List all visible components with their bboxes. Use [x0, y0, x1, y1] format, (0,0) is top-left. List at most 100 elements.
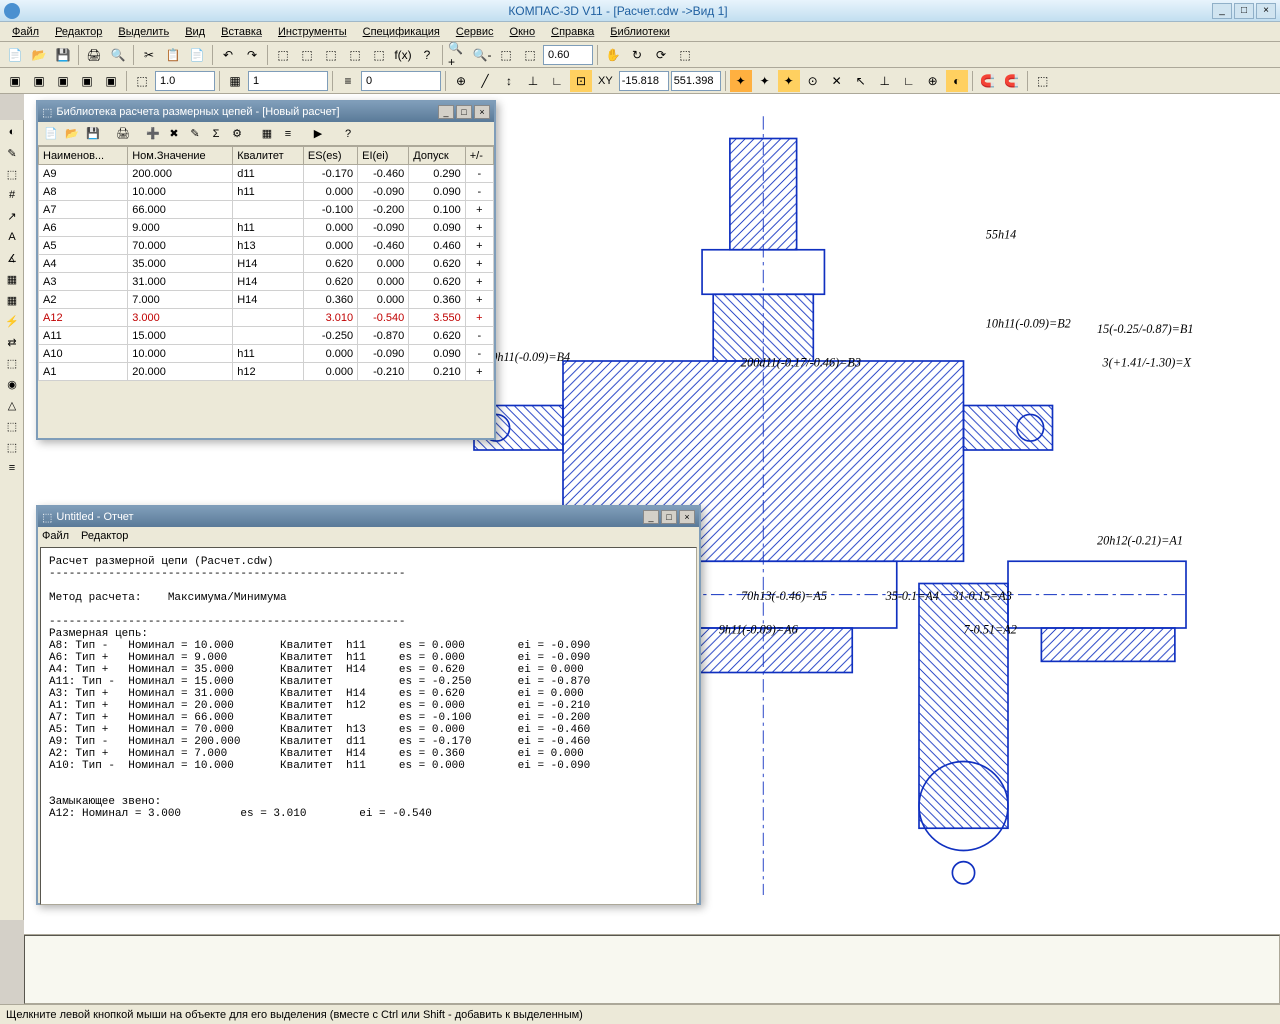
snap3-icon[interactable]: ↕	[498, 70, 520, 92]
vtool-9[interactable]: ▦	[2, 290, 22, 310]
table-row[interactable]: A570.000h130.000-0.4600.460+	[39, 237, 494, 255]
table-header[interactable]: Наименов...	[39, 147, 128, 165]
report-max-button[interactable]: □	[661, 510, 677, 524]
vtool-15[interactable]: ⬚	[2, 416, 22, 436]
tool-icon[interactable]: ⬚	[272, 44, 294, 66]
save-icon[interactable]: 💾	[52, 44, 74, 66]
menu-file[interactable]: Файл	[4, 24, 47, 40]
pt-new-icon[interactable]: 📄	[42, 125, 60, 143]
layer-icon[interactable]: ⬚	[131, 70, 153, 92]
pt-list-icon[interactable]: ≡	[279, 125, 297, 143]
snap2-icon[interactable]: ╱	[474, 70, 496, 92]
table-row[interactable]: A766.000-0.100-0.2000.100+	[39, 201, 494, 219]
zoom-combo[interactable]: 0.60	[543, 45, 593, 65]
fx-icon[interactable]: f(x)	[392, 44, 414, 66]
magnet-off-icon[interactable]: 🧲	[1001, 70, 1023, 92]
vtool-1[interactable]: ◐	[2, 122, 22, 142]
vtool-5[interactable]: ↗	[2, 206, 22, 226]
pt-help-icon[interactable]: ?	[339, 125, 357, 143]
print-icon[interactable]: 🖨	[83, 44, 105, 66]
pt-run-icon[interactable]: ▶	[309, 125, 327, 143]
panel-titlebar[interactable]: ⬚ Библиотека расчета размерных цепей - […	[38, 102, 494, 122]
zoom-in-icon[interactable]: 🔍+	[447, 44, 469, 66]
menu-window[interactable]: Окно	[502, 24, 544, 40]
snap5-icon[interactable]: ∟	[546, 70, 568, 92]
pt-obj-icon[interactable]: ▦	[258, 125, 276, 143]
redo-icon[interactable]: ↷	[241, 44, 263, 66]
pt-edit-icon[interactable]: ✎	[186, 125, 204, 143]
menu-libraries[interactable]: Библиотеки	[602, 24, 678, 40]
vtool-16[interactable]: ⬚	[2, 437, 22, 457]
snap-d-icon[interactable]: ⊙	[802, 70, 824, 92]
report-close-button[interactable]: ×	[679, 510, 695, 524]
minimize-button[interactable]: _	[1212, 3, 1232, 19]
menu-view[interactable]: Вид	[177, 24, 213, 40]
pan-icon[interactable]: ✋	[602, 44, 624, 66]
doc5-icon[interactable]: ▣	[100, 70, 122, 92]
snap-c-icon[interactable]: ✦	[778, 70, 800, 92]
menu-service[interactable]: Сервис	[448, 24, 502, 40]
doc2-icon[interactable]: ▣	[28, 70, 50, 92]
table-header[interactable]: Квалитет	[233, 147, 304, 165]
undo-icon[interactable]: ↶	[217, 44, 239, 66]
menu-spec[interactable]: Спецификация	[355, 24, 448, 40]
coord-x-input[interactable]	[619, 71, 669, 91]
vtool-6[interactable]: A	[2, 227, 22, 247]
report-menu-file[interactable]: Файл	[42, 530, 69, 542]
pt-opt-icon[interactable]: ⚙	[228, 125, 246, 143]
table-header[interactable]: ES(es)	[303, 147, 357, 165]
table-row[interactable]: A69.000h110.000-0.0900.090+	[39, 219, 494, 237]
snap-g-icon[interactable]: ⊥	[874, 70, 896, 92]
snap1-icon[interactable]: ⊕	[450, 70, 472, 92]
table-row[interactable]: A9200.000d11-0.170-0.4600.290-	[39, 165, 494, 183]
vtool-8[interactable]: ▦	[2, 269, 22, 289]
tool5-icon[interactable]: ⬚	[368, 44, 390, 66]
vtool-11[interactable]: ⇄	[2, 332, 22, 352]
snap-j-icon[interactable]: ◐	[946, 70, 968, 92]
pt-save-icon[interactable]: 💾	[84, 125, 102, 143]
table-row[interactable]: A120.000h120.000-0.2100.210+	[39, 363, 494, 381]
cut-icon[interactable]: ✂	[138, 44, 160, 66]
close-button[interactable]: ×	[1256, 3, 1276, 19]
report-titlebar[interactable]: ⬚ Untitled - Отчет _ □ ×	[38, 507, 699, 527]
report-min-button[interactable]: _	[643, 510, 659, 524]
open-icon[interactable]: 📂	[28, 44, 50, 66]
snap4-icon[interactable]: ⊥	[522, 70, 544, 92]
vtool-17[interactable]: ≡	[2, 458, 22, 478]
vtool-13[interactable]: ◉	[2, 374, 22, 394]
vtool-2[interactable]: ✎	[2, 143, 22, 163]
redraw-icon[interactable]: ⟳	[650, 44, 672, 66]
snap-i-icon[interactable]: ⊕	[922, 70, 944, 92]
combo1[interactable]: 1	[248, 71, 328, 91]
new-icon[interactable]: 📄	[4, 44, 26, 66]
vtool-3[interactable]: ⬚	[2, 164, 22, 184]
snap-a-icon[interactable]: ✦	[730, 70, 752, 92]
snap6-icon[interactable]: ⊡	[570, 70, 592, 92]
menu-insert[interactable]: Вставка	[213, 24, 270, 40]
layer3-icon[interactable]: ≡	[337, 70, 359, 92]
zoom-out-icon[interactable]: 🔍-	[471, 44, 493, 66]
vtool-14[interactable]: △	[2, 395, 22, 415]
table-row[interactable]: A1010.000h110.000-0.0900.090-	[39, 345, 494, 363]
paste-icon[interactable]: 📄	[186, 44, 208, 66]
magnet-on-icon[interactable]: 🧲	[977, 70, 999, 92]
pt-print-icon[interactable]: 🖨	[114, 125, 132, 143]
report-content[interactable]: Расчет размерной цепи (Расчет.cdw) -----…	[40, 547, 697, 905]
vtool-10[interactable]: ⚡	[2, 311, 22, 331]
panel-min-button[interactable]: _	[438, 105, 454, 119]
menu-tools[interactable]: Инструменты	[270, 24, 355, 40]
view-icon[interactable]: ⬚	[674, 44, 696, 66]
copy-icon[interactable]: 📋	[162, 44, 184, 66]
zoom-window-icon[interactable]: ⬚	[519, 44, 541, 66]
panel-max-button[interactable]: □	[456, 105, 472, 119]
command-input[interactable]	[24, 935, 1280, 1004]
snap-e-icon[interactable]: ✕	[826, 70, 848, 92]
rotate-icon[interactable]: ↻	[626, 44, 648, 66]
table-row[interactable]: A27.000H140.3600.0000.360+	[39, 291, 494, 309]
table-header[interactable]: EI(ei)	[358, 147, 409, 165]
table-row[interactable]: A435.000H140.6200.0000.620+	[39, 255, 494, 273]
table-header[interactable]: Допуск	[409, 147, 465, 165]
coord-y-input[interactable]	[671, 71, 721, 91]
pt-del-icon[interactable]: ✖	[165, 125, 183, 143]
vtool-4[interactable]: #	[2, 185, 22, 205]
